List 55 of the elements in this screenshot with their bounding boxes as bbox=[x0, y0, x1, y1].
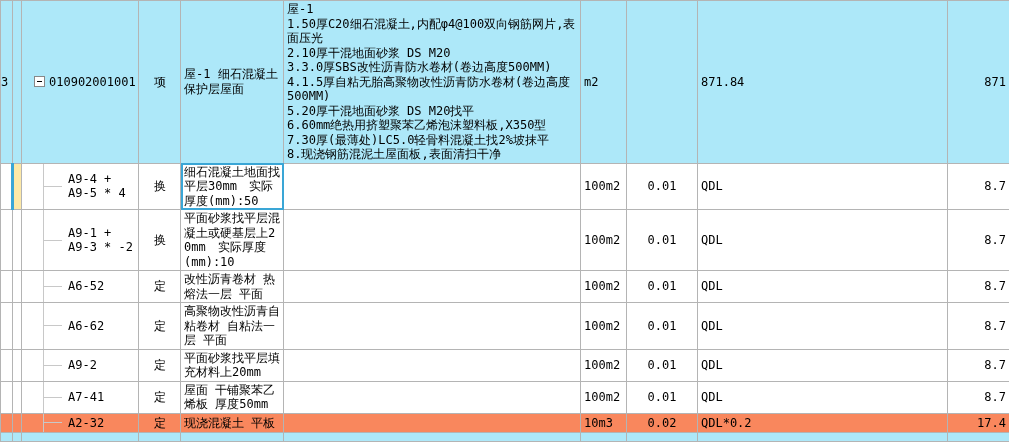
quantity-expression: QDL bbox=[697, 349, 948, 381]
feature-line: 4.1.5厚自粘无胎高聚物改性沥青防水卷材(卷边高度500MM) bbox=[287, 74, 572, 104]
unit-cell: 100m2 bbox=[580, 209, 627, 271]
highlighted-row[interactable]: A2-32 定 现浇混凝土 平板 10m3 0.02 QDL*0.2 17.4 bbox=[0, 413, 1009, 433]
feature-line: 6.60mm绝热用挤塑聚苯乙烯泡沫塑料板,X350型 bbox=[287, 118, 548, 133]
quantity-expression: QDL bbox=[697, 381, 948, 413]
quantity-cell: 871 bbox=[947, 0, 1009, 163]
item-name: 高聚物改性沥青自粘卷材 自粘法一层 平面 bbox=[180, 302, 284, 349]
quantity-expression: 871.84 bbox=[697, 0, 948, 163]
item-name: 改性沥青卷材 热熔法一层 平面 bbox=[180, 270, 284, 303]
quantity-expression: QDL bbox=[697, 302, 948, 349]
row-number: 3 bbox=[0, 0, 13, 163]
coefficient-cell: 0.01 bbox=[626, 302, 698, 349]
feature-line: 5.20厚干混地面砂浆 DS M20找平 bbox=[287, 103, 476, 118]
coefficient-cell: 0.01 bbox=[626, 270, 698, 303]
unit-cell: 100m2 bbox=[580, 270, 627, 303]
quantity-expression: QDL bbox=[697, 209, 948, 271]
unit-cell: 100m2 bbox=[580, 349, 627, 381]
coefficient-cell: 0.01 bbox=[626, 381, 698, 413]
quantity-expression: QDL bbox=[697, 270, 948, 303]
unit-cell: 100m2 bbox=[580, 302, 627, 349]
item-code: A6-62 bbox=[67, 317, 106, 335]
item-code: A9-2 bbox=[67, 356, 98, 374]
item-name: 细石混凝土地面找平层30mm 实际厚度(mm):50 bbox=[180, 163, 284, 210]
collapse-icon[interactable] bbox=[34, 76, 45, 88]
item-type: 换 bbox=[138, 163, 181, 210]
feature-line: 1.50厚C20细石混凝土,内配φ4@100双向钢筋网片,表面压光 bbox=[287, 16, 577, 46]
feature-line: 2.10厚干混地面砂浆 DS M20 bbox=[287, 45, 452, 60]
coefficient-cell: 0.01 bbox=[626, 163, 698, 210]
coefficient-cell: 0.01 bbox=[626, 209, 698, 271]
item-type: 换 bbox=[138, 209, 181, 271]
coefficient-cell: 0.01 bbox=[626, 349, 698, 381]
feature-line: 3.3.0厚SBS改性沥青防水卷材(卷边高度500MM) bbox=[287, 60, 553, 75]
feature-line: 8.现浇钢筋混泥土屋面板,表面清扫干净 bbox=[287, 147, 502, 162]
feature-line: 7.30厚(最薄处)LC5.0轻骨料混凝土找2%坡抹平 bbox=[287, 132, 550, 147]
unit-cell: 100m2 bbox=[580, 163, 627, 210]
item-type: 项 bbox=[138, 0, 181, 163]
unit-cell: 100m2 bbox=[580, 381, 627, 413]
item-name: 屋面 干铺聚苯乙烯板 厚度50mm bbox=[180, 381, 284, 413]
item-code: 010902001001 bbox=[49, 74, 136, 89]
item-type: 定 bbox=[138, 302, 181, 349]
item-type: 定 bbox=[138, 381, 181, 413]
item-code: A9-4 + A9-5 * 4 bbox=[67, 170, 127, 203]
item-code: A9-1 + A9-3 * -2 bbox=[67, 224, 135, 256]
quantity-expression: QDL bbox=[697, 163, 948, 210]
unit-cell: m2 bbox=[580, 0, 627, 163]
item-type: 定 bbox=[138, 349, 181, 381]
item-code: A7-41 bbox=[67, 388, 106, 406]
item-code: A6-52 bbox=[67, 278, 106, 296]
item-name: 平面砂浆找平层混凝土或硬基层上20mm 实际厚度(mm):10 bbox=[180, 209, 284, 271]
item-type: 定 bbox=[138, 270, 181, 303]
item-name: 平面砂浆找平层填充材料上20mm bbox=[180, 349, 284, 381]
item-name: 屋-1 细石混凝土保护层屋面 bbox=[180, 0, 284, 163]
item-code: A2-32 bbox=[67, 414, 106, 432]
feature-line: 屋-1 bbox=[287, 2, 315, 17]
